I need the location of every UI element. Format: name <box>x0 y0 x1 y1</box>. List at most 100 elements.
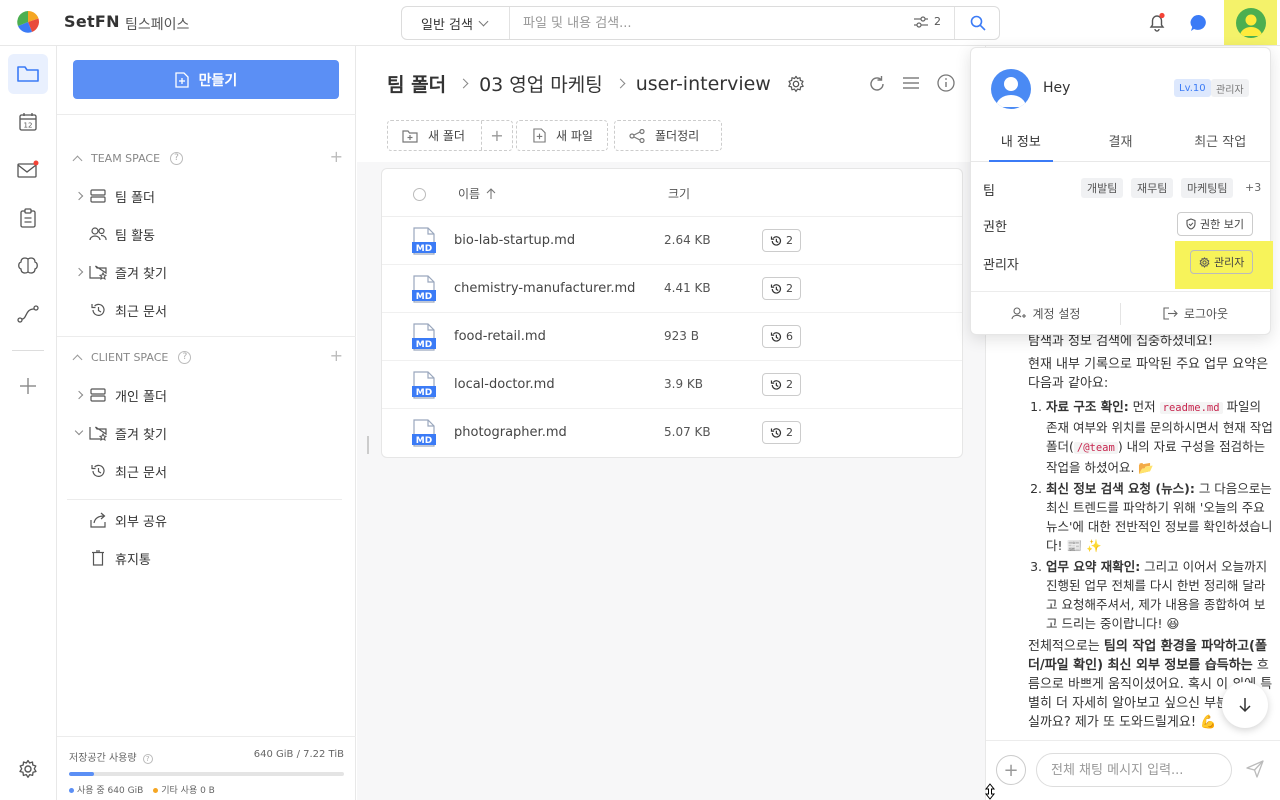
table-row[interactable]: MD photographer.md 5.07 KB 2 <box>382 409 962 457</box>
sidebar-item-team-favorites[interactable]: 즐겨 찾기 <box>73 258 343 286</box>
chat-attach-button[interactable]: + <box>996 755 1026 785</box>
add-client-space-button[interactable]: + <box>330 347 343 365</box>
rail-add-button[interactable] <box>8 366 48 406</box>
sidebar-item-trash[interactable]: 휴지통 <box>73 544 343 572</box>
bell-icon[interactable] <box>1147 12 1167 32</box>
sliders-icon <box>914 15 928 28</box>
new-folder-button[interactable]: 새 폴더 + <box>387 120 513 151</box>
sidebar-divider <box>57 114 356 115</box>
view-permissions-button[interactable]: 권한 보기 <box>1177 212 1253 236</box>
team-space-header[interactable]: TEAM SPACE ? + <box>71 148 343 168</box>
version-history-button[interactable]: 2 <box>762 229 801 252</box>
version-history-button[interactable]: 2 <box>762 421 801 444</box>
list-view-icon[interactable] <box>903 76 919 90</box>
tab-recent-work[interactable]: 최근 작업 <box>1170 124 1270 161</box>
user-avatar-button[interactable] <box>1224 0 1277 45</box>
file-name[interactable]: bio-lab-startup.md <box>454 233 575 248</box>
sidebar-item-team-folder[interactable]: 팀 폴더 <box>73 182 343 210</box>
sidebar-item-client-recent[interactable]: 최근 문서 <box>73 457 343 485</box>
rail-workflow-button[interactable] <box>8 294 48 334</box>
workspace-name: 팀스페이스 <box>125 17 190 33</box>
team-chip: 개발팀 <box>1081 178 1124 198</box>
share-nodes-icon <box>629 128 645 143</box>
info-icon[interactable] <box>937 74 955 92</box>
create-button[interactable]: 만들기 <box>73 60 339 99</box>
file-plus-icon <box>175 71 189 88</box>
new-folder-add-button[interactable]: + <box>481 121 512 150</box>
chat-item-title: 최신 정보 검색 요청 (뉴스): <box>1046 481 1195 496</box>
help-icon[interactable]: ? <box>170 151 184 165</box>
file-name[interactable]: food-retail.md <box>454 329 546 344</box>
file-name[interactable]: local-doctor.md <box>454 377 555 392</box>
send-icon[interactable] <box>1246 760 1264 778</box>
rail-settings-button[interactable] <box>8 749 48 789</box>
file-name[interactable]: chemistry-manufacturer.md <box>454 281 635 296</box>
scroll-to-bottom-button[interactable] <box>1222 682 1268 728</box>
add-team-space-button[interactable]: + <box>330 148 343 166</box>
brain-icon <box>18 257 38 274</box>
rail-mail-button[interactable] <box>8 150 48 190</box>
breadcrumb-item[interactable]: 팀 폴더 <box>387 70 446 97</box>
chat-message-input[interactable] <box>1036 753 1232 787</box>
tab-approval[interactable]: 결재 <box>1071 124 1171 161</box>
logout-button[interactable]: 로그아웃 <box>1121 305 1270 322</box>
client-space-header[interactable]: CLIENT SPACE ? + <box>71 347 343 367</box>
breadcrumb-item[interactable]: 03 영업 마케팅 <box>479 70 603 97</box>
search-button[interactable] <box>954 7 1000 39</box>
version-history-button[interactable]: 2 <box>762 373 801 396</box>
user-settings-icon <box>1010 307 1026 320</box>
search-filter-button[interactable]: 2 <box>914 15 941 28</box>
users-icon <box>89 225 107 243</box>
gear-icon[interactable] <box>787 75 805 93</box>
rail-calendar-button[interactable]: 12 <box>8 102 48 142</box>
sidebar-item-team-recent[interactable]: 최근 문서 <box>73 296 343 324</box>
search-mode-select[interactable]: 일반 검색 <box>402 7 510 39</box>
help-icon[interactable]: ? <box>142 754 153 764</box>
account-settings-button[interactable]: 계정 설정 <box>971 305 1120 322</box>
chevron-right-icon[interactable] <box>73 267 85 277</box>
help-icon[interactable]: ? <box>178 350 192 364</box>
panel-resize-handle[interactable] <box>367 436 369 454</box>
star-folder-icon <box>89 263 107 281</box>
chevron-right-icon[interactable] <box>73 390 85 400</box>
search-input[interactable] <box>523 14 903 32</box>
organize-folder-button[interactable]: 폴더정리 <box>614 120 722 151</box>
chevron-down-icon[interactable] <box>73 426 85 436</box>
table-row[interactable]: MD chemistry-manufacturer.md 4.41 KB 2 <box>382 265 962 313</box>
teams-more-count[interactable]: +3 <box>1245 181 1261 194</box>
search-mode-label: 일반 검색 <box>421 17 473 33</box>
team-chip: 재무팀 <box>1131 178 1174 198</box>
version-count: 2 <box>786 282 793 295</box>
sidebar-item-client-favorites[interactable]: 즐겨 찾기 <box>73 419 343 447</box>
table-row[interactable]: MD bio-lab-startup.md 2.64 KB 2 <box>382 217 962 265</box>
version-history-button[interactable]: 6 <box>762 325 801 348</box>
sidebar-item-external-share[interactable]: 외부 공유 <box>73 506 343 534</box>
chevron-right-icon[interactable] <box>73 191 85 201</box>
admin-button[interactable]: 관리자 <box>1190 250 1254 274</box>
sidebar-item-team-activity[interactable]: 팀 활동 <box>73 220 343 248</box>
file-name[interactable]: photographer.md <box>454 425 567 440</box>
table-row[interactable]: MD local-doctor.md 3.9 KB 2 <box>382 361 962 409</box>
tab-my-info[interactable]: 내 정보 <box>971 124 1071 162</box>
version-history-button[interactable]: 2 <box>762 277 801 300</box>
column-header-name[interactable]: 이름 <box>458 185 496 202</box>
new-file-button[interactable]: 새 파일 <box>516 120 608 151</box>
sidebar-item-personal-folder[interactable]: 개인 폴더 <box>73 381 343 409</box>
gear-icon <box>19 759 37 778</box>
select-all-checkbox[interactable] <box>413 188 426 201</box>
chat-bubble-icon[interactable] <box>1189 13 1209 33</box>
table-row[interactable]: MD food-retail.md 923 B 6 <box>382 313 962 361</box>
search-icon <box>970 15 986 31</box>
setfn-logo-icon[interactable] <box>17 11 39 33</box>
chat-text: 현재 내부 기록으로 파악된 주요 업무 요약은 다음과 같아요: <box>1028 357 1269 391</box>
profile-tabs: 내 정보 결재 최근 작업 <box>971 124 1270 162</box>
rail-clipboard-button[interactable] <box>8 198 48 238</box>
breadcrumb-item[interactable]: user-interview <box>636 73 771 95</box>
refresh-icon[interactable] <box>868 75 886 93</box>
sidebar-item-label: 최근 문서 <box>115 465 167 481</box>
svg-text:12: 12 <box>24 122 33 130</box>
markdown-file-icon: MD <box>412 419 436 447</box>
rail-ai-button[interactable] <box>8 246 48 286</box>
rail-files-button[interactable] <box>8 54 48 94</box>
column-header-size[interactable]: 크기 <box>668 185 690 202</box>
